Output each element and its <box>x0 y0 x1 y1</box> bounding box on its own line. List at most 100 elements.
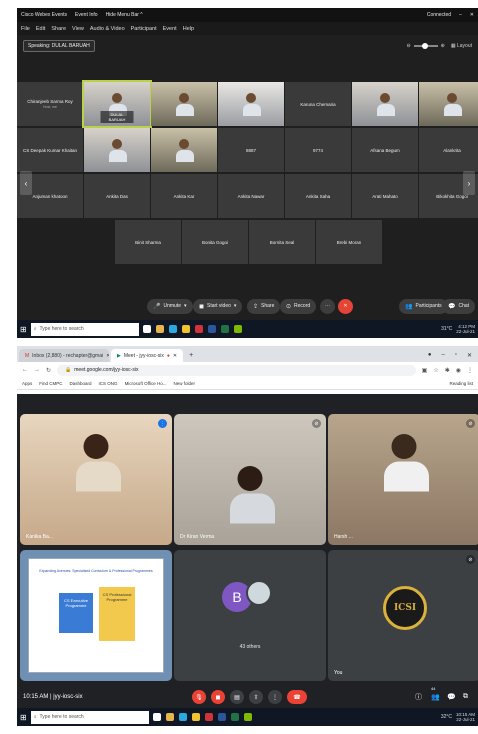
participant-tile[interactable]: 9774 <box>285 128 351 172</box>
reading-list[interactable]: Reading list <box>449 381 473 386</box>
menu-audio-video[interactable]: Audio & Video <box>90 26 125 32</box>
minimize-icon[interactable]: – <box>441 352 444 359</box>
participant-tile[interactable]: DULAL BARUAH <box>82 80 152 128</box>
tab-search-icon[interactable]: ● <box>428 352 432 359</box>
menu-view[interactable]: View <box>72 26 84 32</box>
participant-tile[interactable]: Bornita Seal <box>249 220 315 264</box>
bookmark-office[interactable]: Microsoft Office Ho... <box>125 381 167 386</box>
leave-call-button[interactable]: ☎ <box>287 690 307 704</box>
tab-inbox[interactable]: M Inbox (2,880) - rechapter@gmai ✕ <box>19 349 109 362</box>
present-button[interactable]: ⇧ <box>249 690 263 704</box>
connection-status[interactable]: Connected <box>427 12 451 18</box>
participant-tile[interactable] <box>218 82 284 126</box>
new-tab-button[interactable]: + <box>185 352 197 362</box>
share-button[interactable]: ⇪ Share <box>247 298 281 314</box>
self-tile[interactable]: ICSI ⊘ You <box>328 550 478 681</box>
taskbar-search[interactable]: ⌕ Type here to search <box>30 710 149 724</box>
excel-icon[interactable] <box>220 325 229 333</box>
webex-icon[interactable] <box>243 713 252 721</box>
explorer-icon[interactable] <box>155 325 164 333</box>
bookmark-ics-ong[interactable]: ICS ONG <box>99 381 118 386</box>
excel-icon[interactable] <box>230 713 239 721</box>
bookmark-new-folder[interactable]: New folder <box>174 381 196 386</box>
maximize-icon[interactable]: ▫ <box>455 352 457 359</box>
participant-tile[interactable]: Ankita Nawar <box>218 174 284 218</box>
participant-tile[interactable]: Ankita Saha <box>285 174 351 218</box>
zoom-in-icon[interactable]: ⊕ <box>441 43 445 49</box>
menu-edit[interactable]: Edit <box>36 26 45 32</box>
office-icon[interactable] <box>194 325 203 333</box>
forward-icon[interactable]: → <box>34 367 40 373</box>
unmute-button[interactable]: 🎤 Unmute ▾ <box>147 298 193 314</box>
word-icon[interactable] <box>217 713 226 721</box>
tab-meet[interactable]: ▶ Meet - jyy-iosc-six ● ✕ <box>111 349 184 362</box>
menu-file[interactable]: File <box>21 26 30 32</box>
clock[interactable]: 4:12 PM 22-Jul-21 <box>456 324 475 335</box>
chrome-icon[interactable] <box>191 713 200 721</box>
participant-tile[interactable]: Ankita Kar <box>151 174 217 218</box>
bookmark-apps[interactable]: Apps <box>22 381 32 386</box>
info-icon[interactable]: ⓘ <box>415 692 422 702</box>
menu-share[interactable]: Share <box>51 26 66 32</box>
participant-tile[interactable]: Bonita Gogoi <box>182 220 248 264</box>
bookmark-find-cmpc[interactable]: Find CMPC <box>39 381 62 386</box>
chrome-icon[interactable] <box>181 325 190 333</box>
chat-icon[interactable]: 💬 <box>447 693 456 701</box>
clock[interactable]: 10:15 AM 22-Jul-21 <box>456 712 475 723</box>
prev-page-arrow[interactable]: ‹ <box>20 171 32 195</box>
zoom-out-icon[interactable]: ⊖ <box>406 43 410 49</box>
participant-tile[interactable] <box>151 128 217 172</box>
camera-permission-icon[interactable]: ▣ <box>422 367 428 374</box>
bookmark-dashboard[interactable]: Dashboard <box>70 381 92 386</box>
more-options-button[interactable]: ⋮ <box>268 690 282 704</box>
office-icon[interactable] <box>204 713 213 721</box>
next-page-arrow[interactable]: › <box>463 171 475 195</box>
word-icon[interactable] <box>207 325 216 333</box>
layout-button[interactable]: ▦ Layout <box>451 43 472 49</box>
taskview-icon[interactable] <box>152 713 161 721</box>
hide-menu-bar-button[interactable]: Hide Menu Bar ^ <box>106 12 143 18</box>
participant-tile[interactable]: Binit Sharma <box>115 220 181 264</box>
chat-button[interactable]: 💬 Chat <box>442 298 476 314</box>
taskbar-search[interactable]: ⌕ Type here to search <box>30 322 139 336</box>
edge-icon[interactable] <box>178 713 187 721</box>
menu-help[interactable]: Help <box>183 26 194 32</box>
extensions-icon[interactable]: ✱ <box>445 367 450 374</box>
camera-toggle-button[interactable]: ◼ <box>211 690 225 704</box>
more-options-button[interactable]: ··· <box>320 298 335 314</box>
participant-tile[interactable]: 8887 <box>218 128 284 172</box>
participant-tile[interactable] <box>151 82 217 126</box>
participant-tile[interactable]: Karuna Chemaria <box>285 82 351 126</box>
menu-participant[interactable]: Participant <box>131 26 157 32</box>
participants-button[interactable]: 👥 Participants <box>399 298 448 314</box>
others-tile[interactable]: B 43 others <box>174 550 326 681</box>
participant-tile[interactable]: CS Deepak Kumar Khaitan <box>17 128 83 172</box>
participant-tile[interactable]: Chiranjeeb Sarma Roy Host, me <box>17 82 83 126</box>
participant-tile[interactable]: ⊘ Harsh ... <box>328 414 478 545</box>
start-video-button[interactable]: ◼ Start video ▾ <box>193 298 243 314</box>
close-icon[interactable]: ✕ <box>467 352 472 359</box>
participant-tile[interactable]: Afsana Begum <box>352 128 418 172</box>
reload-icon[interactable]: ↻ <box>46 367 51 374</box>
webex-icon[interactable] <box>233 325 242 333</box>
edge-icon[interactable] <box>168 325 177 333</box>
menu-kebab-icon[interactable]: ⋮ <box>467 367 473 374</box>
url-input[interactable]: 🔒 meet.google.com/jyy-iosc-six <box>57 364 416 376</box>
bookmark-star-icon[interactable]: ☆ <box>433 367 438 374</box>
participant-tile[interactable]: ⋮ Kanika Ba... <box>20 414 172 545</box>
profile-avatar[interactable]: ◉ <box>456 367 461 374</box>
captions-button[interactable]: ▤ <box>230 690 244 704</box>
windows-start-icon[interactable]: ⊞ <box>20 325 27 334</box>
taskview-icon[interactable] <box>142 325 151 333</box>
participant-tile[interactable] <box>419 82 478 126</box>
event-info-button[interactable]: Event Info <box>75 12 98 18</box>
mic-toggle-button[interactable]: 🎙 <box>192 690 206 704</box>
participant-tile[interactable] <box>84 128 150 172</box>
participant-tile[interactable]: Ankita Das <box>84 174 150 218</box>
close-icon[interactable]: ✕ <box>470 12 474 18</box>
minimize-icon[interactable]: – <box>459 12 462 18</box>
menu-event[interactable]: Event <box>163 26 177 32</box>
participant-tile[interactable]: Arati Mahato <box>352 174 418 218</box>
activities-icon[interactable]: ⧉ <box>463 693 468 701</box>
explorer-icon[interactable] <box>165 713 174 721</box>
